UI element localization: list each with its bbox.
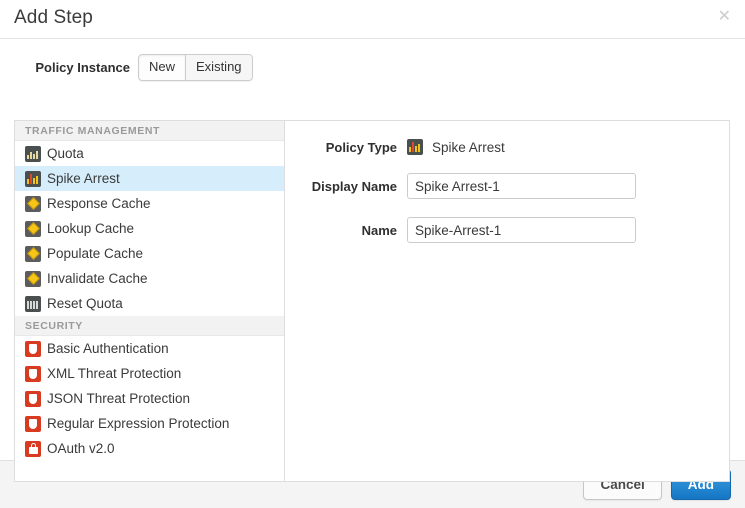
- display-name-label: Display Name: [285, 179, 407, 194]
- list-item-quota[interactable]: Quota: [15, 141, 284, 166]
- list-item-label: OAuth v2.0: [47, 441, 115, 456]
- display-name-row: Display Name: [285, 173, 729, 199]
- dialog-header: Add Step ✕: [0, 0, 745, 39]
- policy-type-text: Spike Arrest: [432, 140, 505, 155]
- shield-icon: [25, 416, 41, 432]
- shield-icon: [25, 341, 41, 357]
- shield-icon: [25, 391, 41, 407]
- list-item-populate-cache[interactable]: Populate Cache: [15, 241, 284, 266]
- dialog-body: Policy Instance New Existing TRAFFIC MAN…: [0, 39, 745, 460]
- tab-new[interactable]: New: [138, 54, 186, 81]
- page-title: Add Step: [14, 7, 93, 29]
- bar-chart-icon: [25, 146, 41, 162]
- lock-icon: [25, 441, 41, 457]
- name-label: Name: [285, 223, 407, 238]
- list-item-regular-expression-protection[interactable]: Regular Expression Protection: [15, 411, 284, 436]
- shield-icon: [25, 366, 41, 382]
- list-item-label: Regular Expression Protection: [47, 416, 229, 431]
- list-item-label: Spike Arrest: [47, 171, 120, 186]
- name-input[interactable]: [407, 217, 636, 243]
- add-step-dialog: Add Step ✕ Policy Instance New Existing …: [0, 0, 745, 508]
- list-item-label: Populate Cache: [47, 246, 143, 261]
- list-item-reset-quota[interactable]: Reset Quota: [15, 291, 284, 316]
- diamond-icon: [25, 271, 41, 287]
- policy-instance-toggle: New Existing: [138, 54, 253, 81]
- diamond-icon: [25, 246, 41, 262]
- policy-type-row: Policy Type Spike Arrest: [285, 139, 729, 155]
- policy-list: TRAFFIC MANAGEMENT Quota: [15, 121, 285, 481]
- tab-existing[interactable]: Existing: [186, 54, 253, 81]
- list-item-label: JSON Threat Protection: [47, 391, 190, 406]
- list-item-label: Reset Quota: [47, 296, 123, 311]
- policy-type-value: Spike Arrest: [407, 139, 505, 155]
- list-item-invalidate-cache[interactable]: Invalidate Cache: [15, 266, 284, 291]
- list-item-label: Basic Authentication: [47, 341, 169, 356]
- policy-instance-label: Policy Instance: [0, 60, 138, 75]
- list-item-label: Invalidate Cache: [47, 271, 148, 286]
- policy-instance-row: Policy Instance New Existing: [0, 53, 253, 81]
- section-header-traffic-management: TRAFFIC MANAGEMENT: [15, 121, 284, 141]
- list-item-label: Response Cache: [47, 196, 151, 211]
- list-item-oauth-v2[interactable]: OAuth v2.0: [15, 436, 284, 461]
- list-item-response-cache[interactable]: Response Cache: [15, 191, 284, 216]
- list-item-json-threat-protection[interactable]: JSON Threat Protection: [15, 386, 284, 411]
- list-item-lookup-cache[interactable]: Lookup Cache: [15, 216, 284, 241]
- list-item-basic-authentication[interactable]: Basic Authentication: [15, 336, 284, 361]
- bar-chart-icon: [407, 139, 423, 155]
- diamond-icon: [25, 221, 41, 237]
- policy-detail-pane: Policy Type Spike Arrest Display Name: [285, 121, 729, 481]
- bar-chart-icon: [25, 296, 41, 312]
- policy-type-label: Policy Type: [285, 140, 407, 155]
- list-item-spike-arrest[interactable]: Spike Arrest: [15, 166, 284, 191]
- list-item-label: Lookup Cache: [47, 221, 134, 236]
- bar-chart-icon: [25, 171, 41, 187]
- section-header-security: SECURITY: [15, 316, 284, 336]
- name-row: Name: [285, 217, 729, 243]
- policy-picker-panel: TRAFFIC MANAGEMENT Quota: [14, 120, 730, 482]
- close-icon[interactable]: ✕: [718, 9, 731, 25]
- list-item-label: Quota: [47, 146, 84, 161]
- diamond-icon: [25, 196, 41, 212]
- list-item-label: XML Threat Protection: [47, 366, 181, 381]
- display-name-input[interactable]: [407, 173, 636, 199]
- list-item-xml-threat-protection[interactable]: XML Threat Protection: [15, 361, 284, 386]
